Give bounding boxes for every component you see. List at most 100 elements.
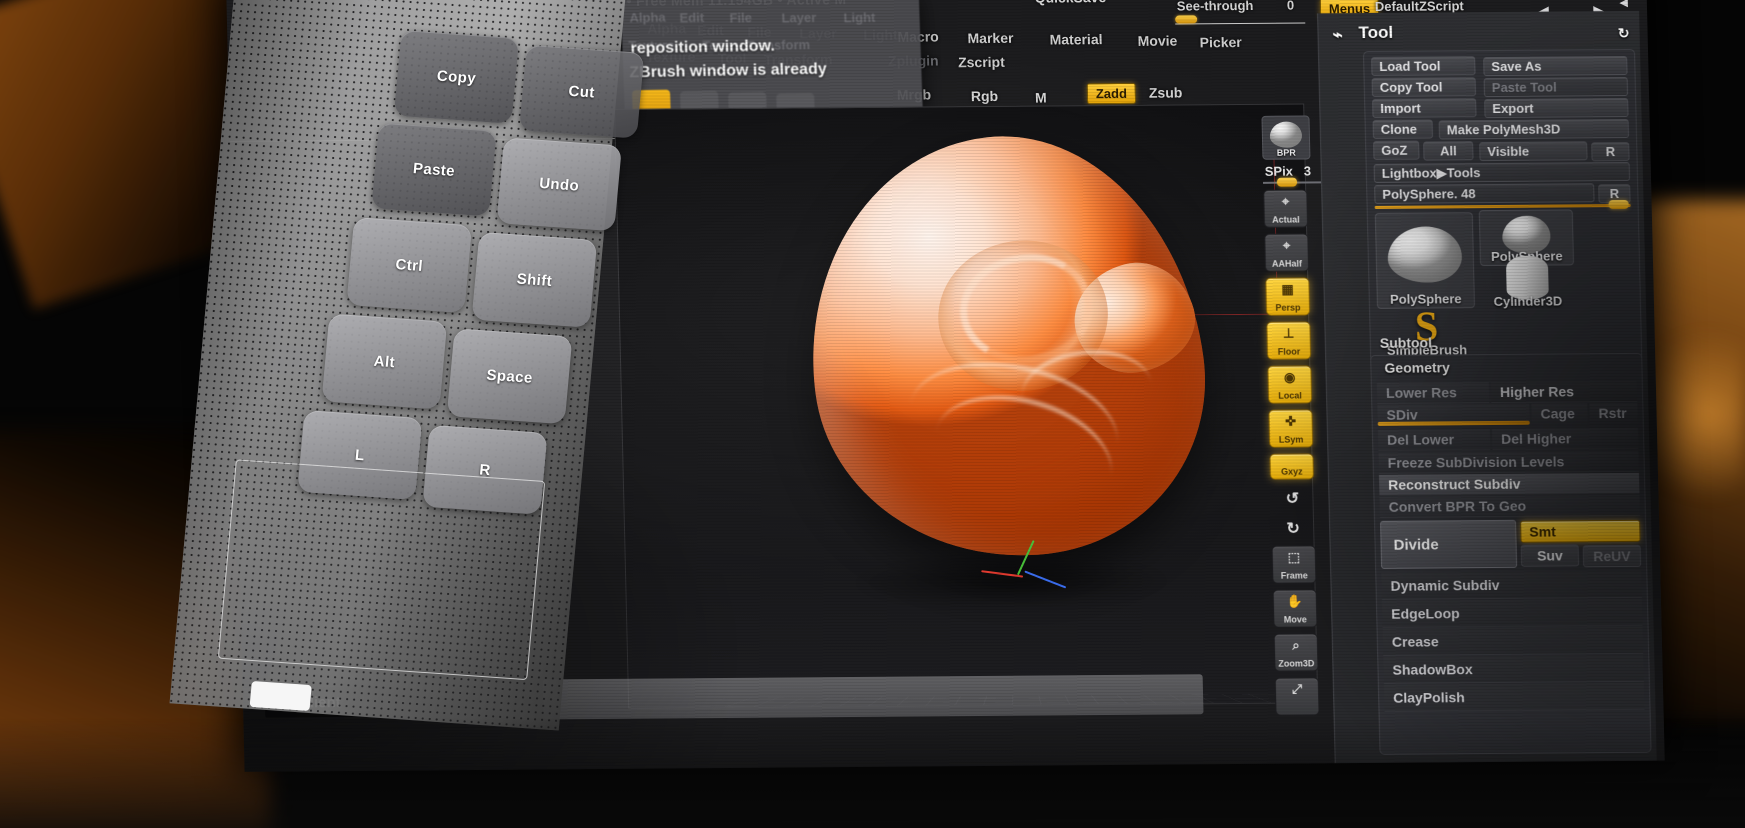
reuv-button[interactable]: ReUV [1582, 544, 1642, 568]
bpr-render-button[interactable]: BPR [1261, 115, 1311, 160]
key-cut[interactable]: Cut [518, 44, 645, 139]
scale-icon: ⤢ [1291, 681, 1303, 697]
view-btn-actual[interactable]: ⌖ Actual [1263, 189, 1309, 228]
del-higher-button[interactable]: Del Higher [1491, 427, 1639, 451]
floor-icon: ⊥ [1282, 325, 1295, 341]
view-btn-frame[interactable]: ⬚ Frame [1271, 545, 1317, 584]
key-copy[interactable]: Copy [393, 29, 520, 124]
zadd-button[interactable]: Zadd [1086, 82, 1137, 105]
view-btn-local[interactable]: ◉ Local [1267, 365, 1313, 404]
local-icon: ◉ [1283, 369, 1296, 385]
convert-bpr-to-geo-button[interactable]: Convert BPR To Geo [1379, 494, 1640, 518]
view-btn-move[interactable]: ✋ Move [1272, 589, 1318, 628]
load-tool-button[interactable]: Load Tool [1371, 56, 1476, 76]
polysphere-count-row[interactable]: PolySphere. 48 [1374, 183, 1595, 204]
smt-toggle[interactable]: Smt [1520, 519, 1641, 543]
visible-r-button[interactable]: R [1591, 141, 1630, 162]
sculpt-canvas[interactable] [614, 103, 1319, 709]
move-hand-icon: ✋ [1286, 593, 1304, 609]
import-button[interactable]: Import [1372, 98, 1477, 118]
paste-tool-button[interactable]: Paste Tool [1483, 76, 1629, 98]
key-space[interactable]: Space [446, 328, 573, 425]
subtool-section-header[interactable]: Subtool [1380, 334, 1432, 350]
view-btn-lsym[interactable]: ✜ LSym [1268, 409, 1314, 448]
popup-menu-light[interactable]: Light [843, 10, 875, 26]
shortcut-keypad-device: Copy Cut Paste Undo Ctrl Shift Alt Space… [169, 0, 645, 731]
popup-menu-layer[interactable]: Layer [781, 10, 816, 26]
rgb-button[interactable]: Rgb [971, 88, 999, 104]
key-shift[interactable]: Shift [471, 231, 598, 328]
crease-row[interactable]: Crease [1382, 626, 1644, 656]
polysphere-large-icon [1387, 226, 1463, 284]
visible-button[interactable]: Visible [1479, 141, 1588, 162]
menu-zscript[interactable]: Zscript [958, 54, 1005, 70]
higher-res-button[interactable]: Higher Res [1490, 380, 1638, 404]
view-btn-frame-label: Frame [1280, 570, 1308, 581]
view-btn-zoom3d[interactable]: ⌕ Zoom3D [1273, 633, 1319, 672]
cage-button[interactable]: Cage [1531, 403, 1588, 424]
view-btn-zoom3d-label: Zoom3D [1278, 658, 1315, 669]
menu-material[interactable]: Material [1049, 31, 1102, 47]
key-paste[interactable]: Paste [371, 122, 497, 217]
popup-menu-edit[interactable]: Edit [679, 10, 704, 25]
export-button[interactable]: Export [1484, 97, 1629, 119]
make-polymesh3d-button[interactable]: Make PolyMesh3D [1438, 118, 1630, 140]
menu-picker[interactable]: Picker [1200, 34, 1242, 50]
zsub-button[interactable]: Zsub [1149, 84, 1183, 100]
suv-button[interactable]: Suv [1520, 544, 1580, 567]
persp-icon: ▦ [1281, 281, 1294, 297]
axis-gizmo [980, 538, 1102, 609]
edgeloop-row[interactable]: EdgeLoop [1381, 598, 1643, 628]
all-button[interactable]: All [1423, 141, 1474, 161]
tool-thumb-cylinder3d[interactable]: Cylinder3D [1480, 253, 1575, 310]
keypad-trackpad[interactable] [217, 459, 546, 681]
brush-right-icon[interactable]: ☁▸ [1650, 0, 1665, 29]
m-button[interactable]: M [1035, 90, 1047, 106]
claypolish-row[interactable]: ClayPolish [1383, 682, 1645, 712]
lightbox-tools-button[interactable]: Lightbox▶Tools [1373, 161, 1631, 183]
tool-reset-icon[interactable]: ↻ [1618, 25, 1630, 42]
clone-button[interactable]: Clone [1372, 119, 1434, 139]
spix-value: 3 [1303, 163, 1312, 179]
popup-menu-alpha[interactable]: Alpha [629, 10, 666, 26]
lower-res-button[interactable]: Lower Res [1376, 382, 1490, 404]
rstr-button[interactable]: Rstr [1589, 402, 1638, 424]
view-btn-persp[interactable]: ▦ Persp [1265, 277, 1311, 316]
view-btn-gxyz[interactable]: Gxyz [1269, 453, 1315, 480]
freeze-subdivision-button[interactable]: Freeze SubDivision Levels [1378, 450, 1639, 474]
view-btn-aahalf[interactable]: ⌖ AAHalf [1264, 233, 1310, 272]
del-lower-button[interactable]: Del Lower [1377, 429, 1491, 451]
see-through-label: See-through [1176, 0, 1254, 14]
quicksave-button[interactable]: QuickSave [1034, 0, 1106, 6]
spix-label: SPix [1264, 163, 1294, 179]
sculpted-head-model[interactable] [785, 116, 1227, 611]
view-btn-floor[interactable]: ⊥ Floor [1266, 321, 1312, 360]
see-through-slider[interactable] [1175, 13, 1306, 25]
goz-button[interactable]: GoZ [1373, 140, 1420, 160]
actual-icon: ⌖ [1281, 193, 1290, 209]
popup-text-line1: reposition window. [630, 37, 776, 58]
rotate-cw-icon[interactable]: ↻ [1271, 515, 1316, 541]
see-through-slider-knob[interactable] [1175, 15, 1198, 24]
zoom3d-icon: ⌕ [1292, 637, 1300, 653]
shadowbox-row[interactable]: ShadowBox [1383, 654, 1644, 684]
menu-movie[interactable]: Movie [1137, 33, 1177, 49]
tool-thumb-polysphere-large[interactable]: PolySphere [1374, 212, 1476, 309]
polysphere-slider-knob[interactable] [1608, 199, 1629, 210]
menu-marker[interactable]: Marker [967, 30, 1013, 46]
aahalf-icon: ⌖ [1282, 237, 1291, 253]
reconstruct-subdiv-button[interactable]: Reconstruct Subdiv [1378, 472, 1640, 496]
save-as-button[interactable]: Save As [1483, 55, 1628, 77]
spix-slider-knob[interactable] [1276, 177, 1298, 187]
popup-menu-file[interactable]: File [729, 10, 752, 25]
rotate-ccw-icon[interactable]: ↺ [1270, 485, 1315, 511]
key-ctrl[interactable]: Ctrl [346, 217, 473, 313]
key-alt[interactable]: Alt [321, 313, 448, 410]
key-undo[interactable]: Undo [496, 137, 622, 232]
dynamic-subdiv-row[interactable]: Dynamic Subdiv [1381, 570, 1642, 600]
view-btn-extra[interactable]: ⤢ [1274, 677, 1320, 716]
divide-button[interactable]: Divide [1380, 519, 1518, 569]
geometry-section-header[interactable]: Geometry [1384, 359, 1450, 376]
copy-tool-button[interactable]: Copy Tool [1371, 77, 1477, 97]
tool-thumb-cylinder3d-label: Cylinder3D [1493, 293, 1563, 310]
